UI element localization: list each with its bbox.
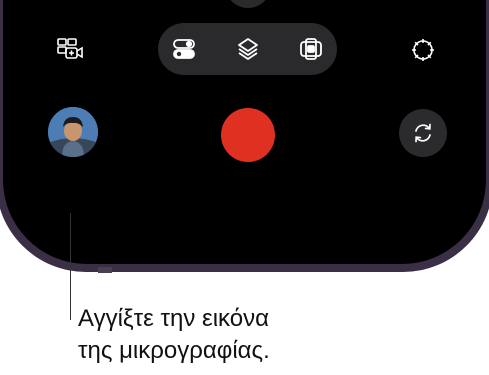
aspect-ratio-icon[interactable] <box>299 37 323 61</box>
zoom-option-26-active[interactable]: 26 MM <box>225 0 271 8</box>
camera-screen: 13 26 MM 77 <box>3 0 486 264</box>
camera-toolbar <box>158 23 337 75</box>
multicam-icon[interactable] <box>55 34 85 64</box>
thumbnail-photo[interactable] <box>48 107 98 157</box>
callout-line-1: Αγγίξτε την εικόνα <box>78 305 269 332</box>
callout-line-2: της μικρογραφίας. <box>78 337 270 364</box>
camera-flip-icon[interactable] <box>399 109 447 157</box>
layers-icon[interactable] <box>236 37 260 61</box>
callout-line <box>70 213 71 320</box>
callout-text: Αγγίξτε την εικόνα της μικρογραφίας. <box>78 303 270 367</box>
shutter-button[interactable] <box>221 108 275 162</box>
settings-toggle-icon[interactable] <box>172 37 196 61</box>
aperture-icon[interactable] <box>408 35 438 65</box>
side-button <box>98 267 112 273</box>
